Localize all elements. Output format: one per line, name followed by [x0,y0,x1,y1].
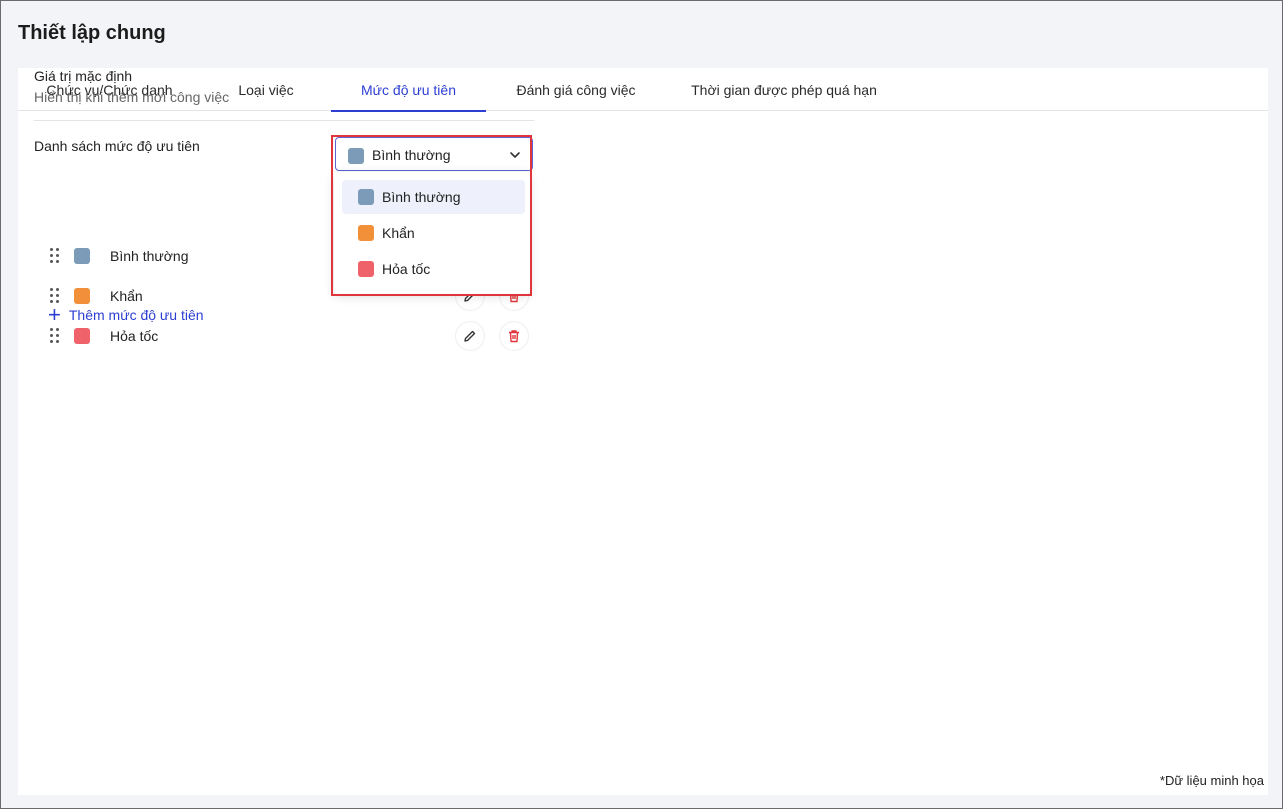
priority-label: Khẩn [110,288,143,304]
footnote: *Dữ liệu minh họa [1159,773,1264,788]
color-swatch [348,148,364,164]
plus-icon: + [48,302,61,327]
color-swatch [74,328,90,344]
chevron-down-icon [510,152,520,158]
color-swatch [358,261,374,277]
default-priority-select[interactable]: Bình thường [335,137,533,171]
color-swatch [74,248,90,264]
color-swatch [358,189,374,205]
delete-button[interactable] [499,321,529,351]
dropdown-option[interactable]: Hỏa tốc [342,252,525,286]
option-label: Khẩn [382,225,415,241]
priority-list: Bình thường Khẩn Hỏa tốc + Thêm mức độ ư… [18,1,618,809]
dropdown-option[interactable]: Khẩn [342,216,525,250]
add-priority-button[interactable]: + Thêm mức độ ưu tiên [48,302,204,327]
trash-icon [509,330,519,343]
drag-handle-icon[interactable] [50,248,60,264]
priority-label: Bình thường [110,248,189,264]
priority-label: Hỏa tốc [110,328,159,344]
selected-value: Bình thường [372,147,451,163]
priority-dropdown-menu: Bình thường Khẩn Hỏa tốc [334,172,530,294]
add-priority-label: Thêm mức độ ưu tiên [68,307,204,323]
pencil-icon [464,330,476,342]
option-label: Bình thường [382,189,461,205]
app-window: Thiết lập chung Chức vụ/Chức danh Loại v… [0,0,1283,809]
option-label: Hỏa tốc [382,261,431,277]
color-swatch [358,225,374,241]
color-swatch [74,288,90,304]
dropdown-option[interactable]: Bình thường [342,180,525,214]
drag-handle-icon[interactable] [50,328,60,344]
edit-button[interactable] [455,321,485,351]
